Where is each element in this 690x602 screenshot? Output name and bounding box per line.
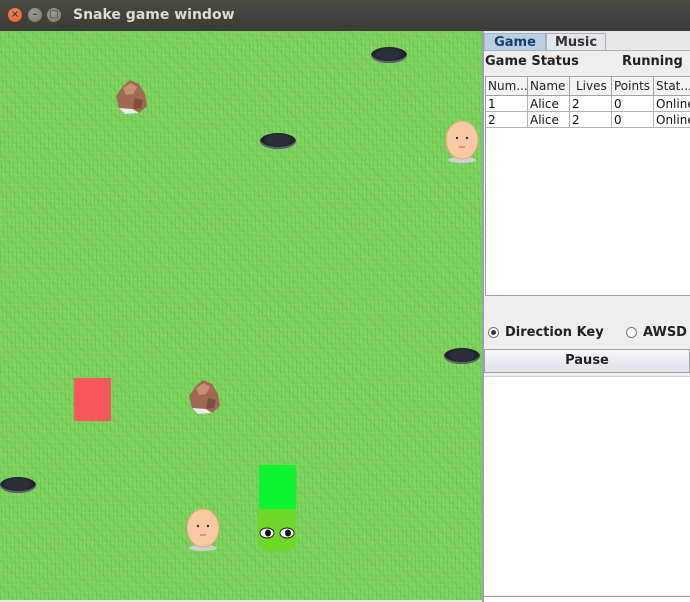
snake-head	[258, 509, 296, 551]
game-status-label: Game Status	[485, 54, 579, 69]
column-header-name[interactable]: Name	[528, 77, 570, 95]
game-status-value: Running	[622, 54, 683, 69]
tab-music[interactable]: Music	[546, 33, 606, 51]
hole-sprite	[0, 477, 36, 493]
close-icon[interactable]: ×	[8, 8, 22, 22]
message-area[interactable]	[484, 376, 690, 595]
game-tab-content: Game Status Running Num... Name Lives Po…	[484, 51, 690, 602]
rock-sprite	[189, 380, 220, 414]
awsd-radio[interactable]	[626, 327, 637, 338]
column-header-status[interactable]: Stat...	[654, 77, 690, 95]
cell-lives: 2	[570, 112, 612, 128]
players-table[interactable]: Num... Name Lives Points Stat... 1 Alice…	[485, 76, 690, 296]
minimize-icon[interactable]: –	[28, 8, 42, 22]
hole-sprite	[444, 348, 480, 364]
cell-points: 0	[612, 112, 654, 128]
cell-number: 1	[486, 96, 528, 112]
rock-sprite	[116, 80, 147, 114]
cell-name: Alice	[528, 96, 570, 112]
hole-sprite	[260, 133, 296, 149]
column-header-number[interactable]: Num...	[486, 77, 528, 95]
cell-points: 0	[612, 96, 654, 112]
awsd-label[interactable]: AWSD	[643, 325, 687, 340]
tab-game[interactable]: Game	[484, 33, 546, 51]
control-mode-group: Direction Key AWSD	[484, 323, 690, 343]
cell-status: Online	[654, 112, 690, 128]
egg-sprite	[445, 120, 479, 163]
direction-key-radio[interactable]	[488, 327, 499, 338]
red-block-obstacle	[74, 378, 111, 421]
egg-sprite	[186, 508, 220, 551]
table-row[interactable]: 2 Alice 2 0 Online	[486, 112, 690, 128]
window-title: Snake game window	[73, 7, 235, 23]
column-header-lives[interactable]: Lives	[570, 77, 612, 95]
column-header-points[interactable]: Points	[612, 77, 654, 95]
snake-body-segment	[259, 465, 296, 509]
pause-button[interactable]: Pause	[484, 349, 690, 373]
cell-number: 2	[486, 112, 528, 128]
side-panel: Game Music Game Status Running Num... Na…	[484, 31, 690, 602]
cell-status: Online	[654, 96, 690, 112]
snake-game-window: × – □ Snake game window Game Music Game …	[0, 0, 690, 602]
table-row[interactable]: 1 Alice 2 0 Online	[486, 96, 690, 112]
game-status-row: Game Status Running	[484, 53, 690, 71]
cell-lives: 2	[570, 96, 612, 112]
hole-sprite	[371, 47, 407, 63]
message-input[interactable]	[484, 596, 690, 602]
game-board[interactable]	[0, 31, 482, 600]
title-bar: × – □ Snake game window	[0, 0, 690, 31]
cell-name: Alice	[528, 112, 570, 128]
table-header: Num... Name Lives Points Stat...	[486, 77, 690, 96]
direction-key-label[interactable]: Direction Key	[505, 325, 604, 340]
maximize-icon[interactable]: □	[47, 8, 61, 22]
